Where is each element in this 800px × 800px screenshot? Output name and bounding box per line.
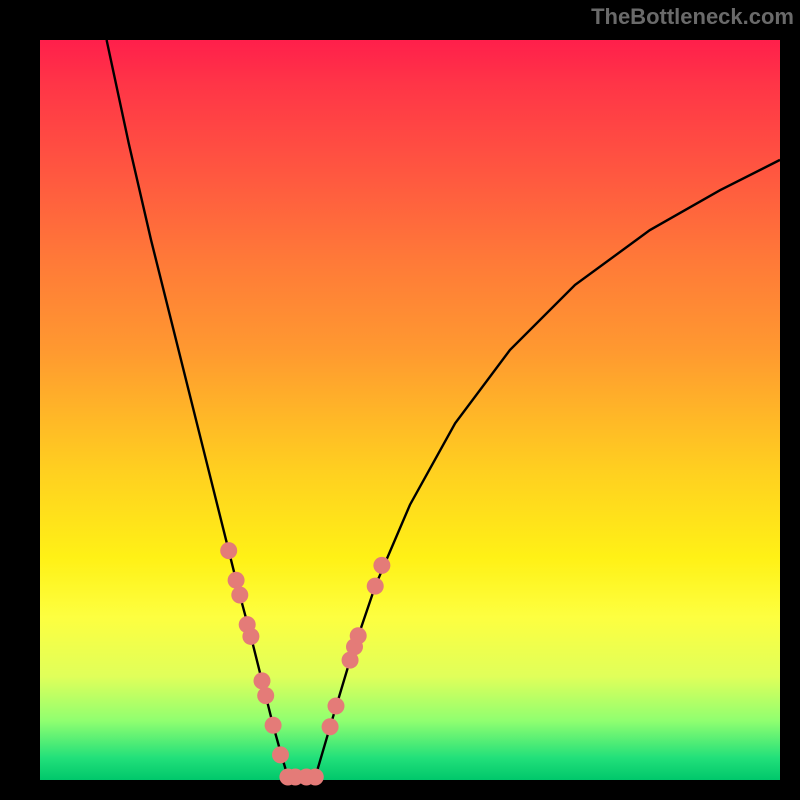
data-marker [228, 572, 245, 589]
data-marker [242, 628, 259, 645]
chart-frame: TheBottleneck.com [0, 0, 800, 800]
data-marker [272, 746, 289, 763]
data-marker [257, 687, 274, 704]
chart-svg [40, 40, 780, 780]
data-marker [220, 542, 237, 559]
data-marker [265, 717, 282, 734]
curve-left-branch [107, 40, 288, 777]
data-marker [322, 718, 339, 735]
data-marker [231, 587, 248, 604]
curve-right-branch [315, 160, 780, 777]
data-marker [367, 578, 384, 595]
plot-area [40, 40, 780, 780]
data-marker [328, 698, 345, 715]
watermark-text: TheBottleneck.com [591, 4, 794, 30]
data-marker [307, 769, 324, 786]
data-marker [350, 627, 367, 644]
marker-group [220, 542, 390, 785]
data-marker [373, 557, 390, 574]
data-marker [254, 672, 271, 689]
